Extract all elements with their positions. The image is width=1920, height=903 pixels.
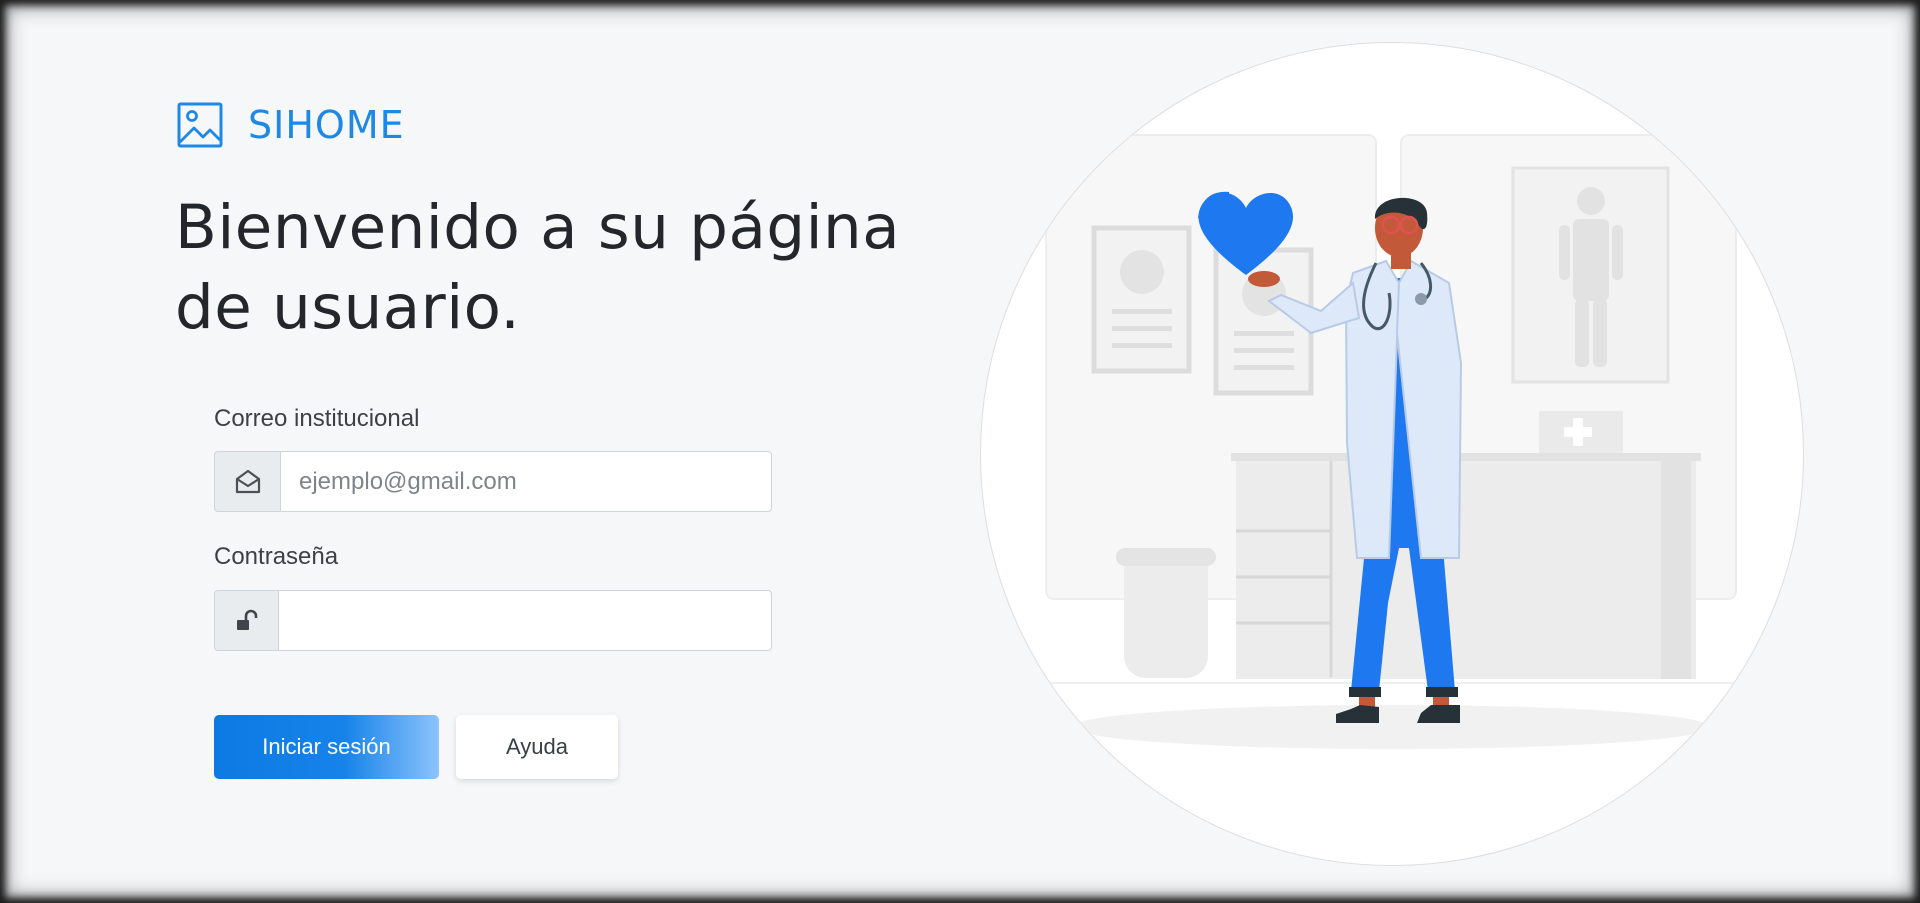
password-input-group xyxy=(214,590,772,651)
login-button[interactable]: Iniciar sesión xyxy=(214,715,439,779)
password-field[interactable] xyxy=(278,590,772,651)
password-label: Contraseña xyxy=(214,543,339,570)
doctor-illustration xyxy=(980,42,1804,866)
email-field[interactable] xyxy=(280,451,772,512)
envelope-open-icon xyxy=(214,451,280,512)
email-label: Correo institucional xyxy=(214,405,420,432)
page-background: SIHOME Bienvenido a su página de usuario… xyxy=(0,0,1920,903)
page-title-line-2: de usuario. xyxy=(175,272,521,343)
brand: SIHOME xyxy=(177,102,405,148)
page-title: Bienvenido a su página de usuario. xyxy=(175,188,995,348)
unlock-icon xyxy=(214,590,278,651)
email-input-group xyxy=(214,451,772,512)
page-title-line-1: Bienvenido a su página xyxy=(175,192,901,263)
image-icon xyxy=(177,102,223,148)
brand-name: SIHOME xyxy=(248,103,405,147)
help-button[interactable]: Ayuda xyxy=(456,715,618,779)
